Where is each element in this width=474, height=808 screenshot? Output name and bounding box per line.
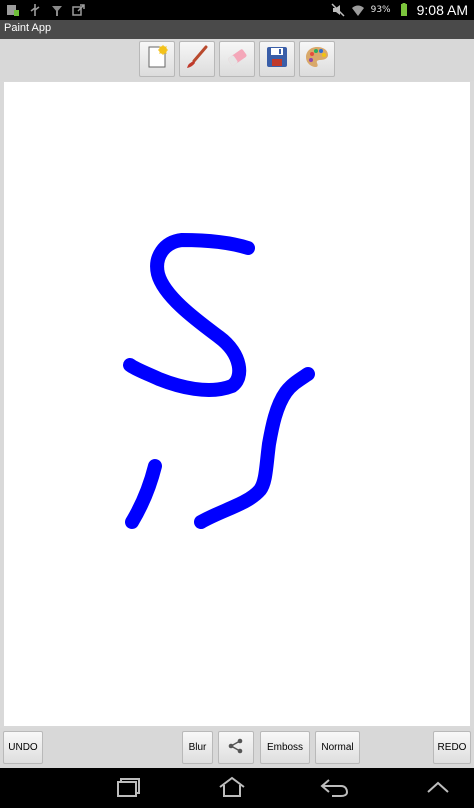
tool-bar bbox=[0, 39, 474, 81]
share-icon bbox=[226, 736, 246, 759]
app-title: Paint App bbox=[4, 22, 52, 34]
status-right-icons: 93% 9:08 AM bbox=[331, 1, 468, 19]
save-icon bbox=[264, 44, 290, 74]
drawing-canvas[interactable] bbox=[4, 82, 470, 726]
wifi-icon bbox=[351, 3, 365, 17]
back-icon bbox=[317, 776, 351, 802]
new-canvas-icon bbox=[144, 44, 170, 74]
new-canvas-button[interactable] bbox=[139, 41, 175, 77]
clock: 9:08 AM bbox=[416, 2, 468, 18]
eraser-icon bbox=[224, 44, 250, 74]
mute-icon bbox=[331, 3, 345, 17]
redo-button[interactable]: REDO bbox=[433, 731, 471, 764]
home-icon bbox=[215, 776, 249, 802]
home-button[interactable] bbox=[212, 776, 252, 802]
brush-icon bbox=[184, 44, 210, 74]
notification-icon bbox=[6, 3, 20, 17]
title-bar: Paint App bbox=[0, 20, 474, 40]
menu-up-button[interactable] bbox=[418, 776, 458, 802]
status-bar: 93% 9:08 AM bbox=[0, 0, 474, 20]
stroke-short-line bbox=[125, 459, 162, 529]
stroke-s-shape bbox=[123, 233, 255, 397]
share-button[interactable] bbox=[218, 731, 254, 764]
normal-button[interactable]: Normal bbox=[315, 731, 360, 764]
emboss-button[interactable]: Emboss bbox=[260, 731, 310, 764]
back-button[interactable] bbox=[314, 776, 354, 802]
palette-icon bbox=[304, 44, 330, 74]
recent-apps-button[interactable] bbox=[110, 776, 150, 802]
undo-button[interactable]: UNDO bbox=[3, 731, 43, 764]
brush-button[interactable] bbox=[179, 41, 215, 77]
eraser-button[interactable] bbox=[219, 41, 255, 77]
recent-apps-icon bbox=[113, 776, 147, 802]
battery-icon bbox=[397, 3, 411, 17]
signal-icon bbox=[50, 3, 64, 17]
usb-icon bbox=[28, 3, 42, 17]
status-left-icons bbox=[6, 2, 86, 18]
upload-icon bbox=[72, 3, 86, 17]
chevron-up-icon bbox=[421, 776, 455, 802]
battery-percent: 93% bbox=[370, 5, 391, 15]
canvas-drawing bbox=[123, 233, 315, 529]
palette-button[interactable] bbox=[299, 41, 335, 77]
bottom-toolbar: UNDO Blur Emboss Normal REDO bbox=[0, 728, 474, 768]
save-button[interactable] bbox=[259, 41, 295, 77]
blur-button[interactable]: Blur bbox=[182, 731, 213, 764]
navigation-bar bbox=[0, 768, 474, 808]
